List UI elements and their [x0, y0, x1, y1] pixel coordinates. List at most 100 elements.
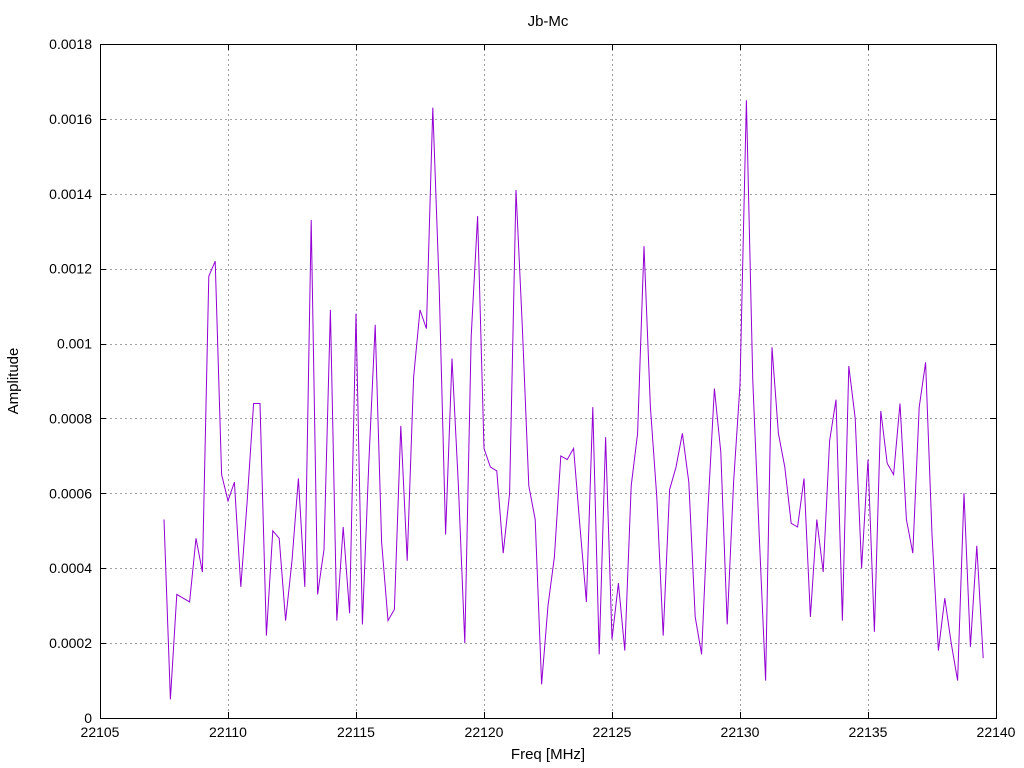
- y-tick-label: 0.0008: [49, 410, 92, 426]
- data-point: [810, 616, 811, 617]
- data-point: [835, 399, 836, 400]
- y-tick-label: 0.0014: [49, 186, 92, 202]
- data-point: [931, 534, 932, 535]
- data-point: [522, 328, 523, 329]
- data-point: [368, 463, 369, 464]
- data-point: [880, 410, 881, 411]
- data-point: [803, 478, 804, 479]
- data-point: [669, 489, 670, 490]
- data-point: [259, 403, 260, 404]
- axis-ticks: [100, 44, 997, 719]
- x-tick-label: 22140: [977, 724, 1016, 740]
- tick-labels: 22105 22110 22115 22120 22125 22130 22135 22140…: [49, 36, 1016, 740]
- data-point: [426, 328, 427, 329]
- data-point: [861, 568, 862, 569]
- data-point: [253, 403, 254, 404]
- data-point: [503, 553, 504, 554]
- x-axis-title: Freq [MHz]: [511, 746, 585, 763]
- data-point: [419, 309, 420, 310]
- data-point: [887, 463, 888, 464]
- data-point: [759, 534, 760, 535]
- data-point: [234, 482, 235, 483]
- x-tick-label: 22130: [721, 724, 760, 740]
- y-axis-title: Amplitude: [5, 348, 22, 415]
- data-point: [195, 538, 196, 539]
- data-point: [560, 455, 561, 456]
- data-point: [746, 100, 747, 101]
- data-point: [304, 586, 305, 587]
- data-point: [477, 216, 478, 217]
- data-point: [893, 474, 894, 475]
- data-point: [176, 594, 177, 595]
- data-point: [675, 467, 676, 468]
- data-point: [483, 448, 484, 449]
- data-point: [925, 362, 926, 363]
- data-point: [266, 635, 267, 636]
- x-tick-label: 22120: [465, 724, 504, 740]
- y-tick-label: 0.0002: [49, 635, 92, 651]
- data-point: [899, 403, 900, 404]
- data-point: [375, 324, 376, 325]
- data-point: [464, 643, 465, 644]
- data-point: [183, 598, 184, 599]
- data-point: [323, 549, 324, 550]
- data-point: [279, 538, 280, 539]
- data-point: [573, 448, 574, 449]
- data-point: [727, 624, 728, 625]
- data-point: [752, 380, 753, 381]
- data-point: [387, 620, 388, 621]
- data-point: [400, 425, 401, 426]
- data-point: [605, 437, 606, 438]
- y-tick-label: 0.0006: [49, 485, 92, 501]
- data-point: [458, 485, 459, 486]
- data-point: [509, 493, 510, 494]
- data-point: [938, 650, 939, 651]
- data-point: [381, 541, 382, 542]
- y-tick-label: 0.0018: [49, 36, 92, 52]
- data-point: [298, 478, 299, 479]
- data-point: [791, 523, 792, 524]
- data-point: [976, 545, 977, 546]
- data-point: [554, 556, 555, 557]
- data-point: [970, 646, 971, 647]
- data-point: [221, 474, 222, 475]
- data-point: [343, 526, 344, 527]
- data-point: [919, 407, 920, 408]
- data-point: [189, 601, 190, 602]
- data-point: [394, 609, 395, 610]
- y-tick-label: 0.001: [57, 336, 92, 352]
- data-point: [983, 658, 984, 659]
- data-point: [247, 500, 248, 501]
- data-point: [586, 601, 587, 602]
- y-tick-label: 0.0016: [49, 111, 92, 127]
- data-point: [739, 384, 740, 385]
- y-tick-label: 0.0004: [49, 560, 92, 576]
- x-tick-label: 22135: [849, 724, 888, 740]
- data-point: [618, 583, 619, 584]
- data-point: [215, 261, 216, 262]
- data-point: [944, 598, 945, 599]
- data-point: [317, 594, 318, 595]
- data-point: [720, 452, 721, 453]
- data-point: [611, 639, 612, 640]
- data-point: [874, 631, 875, 632]
- data-point: [688, 482, 689, 483]
- data-point: [855, 418, 856, 419]
- data-point: [701, 654, 702, 655]
- data-point: [202, 571, 203, 572]
- data-point: [579, 526, 580, 527]
- grid-lines: [100, 44, 996, 718]
- data-point: [362, 624, 363, 625]
- data-point: [432, 107, 433, 108]
- series-line-0: [163, 100, 984, 700]
- data-point: [535, 519, 536, 520]
- data-point: [631, 485, 632, 486]
- data-point: [547, 605, 548, 606]
- data-point: [599, 654, 600, 655]
- data-point: [163, 519, 164, 520]
- data-point: [643, 246, 644, 247]
- data-point: [733, 482, 734, 483]
- series-layer: [163, 100, 984, 700]
- data-point: [285, 620, 286, 621]
- data-point: [311, 219, 312, 220]
